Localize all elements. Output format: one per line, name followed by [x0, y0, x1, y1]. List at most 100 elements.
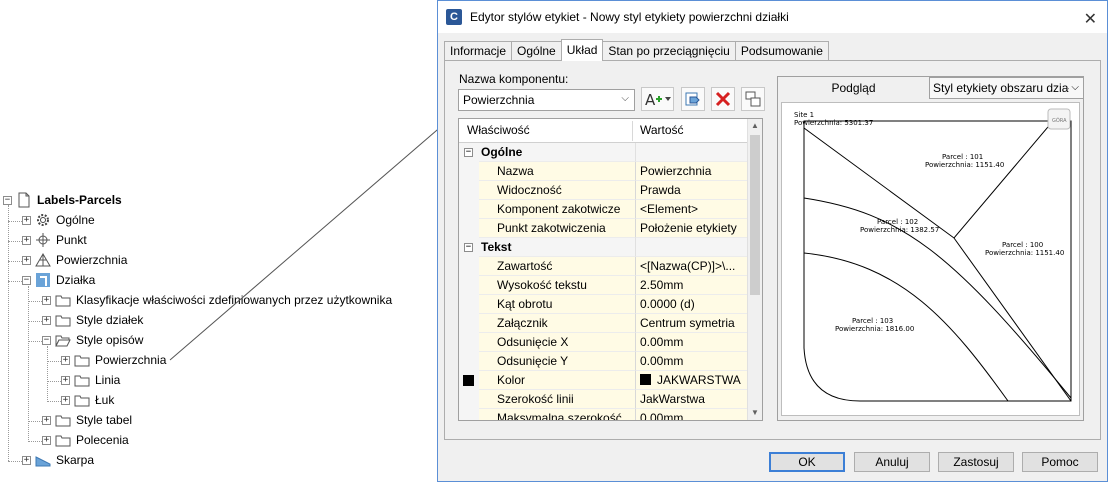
- expand-icon[interactable]: +: [61, 395, 70, 405]
- property-value[interactable]: JakWarstwa: [636, 390, 749, 409]
- property-row[interactable]: Nazwa Powierzchnia: [459, 162, 749, 181]
- tree-item-point[interactable]: + Punkt: [22, 231, 87, 249]
- chevron-down-icon: ⌵: [1069, 78, 1079, 98]
- property-value[interactable]: <Element>: [636, 200, 749, 219]
- property-grid-scrollbar[interactable]: ▲ ▼: [747, 119, 762, 420]
- property-row[interactable]: Szerokość linii JakWarstwa: [459, 390, 749, 409]
- tree-item-label: Działka: [56, 273, 96, 287]
- expand-icon[interactable]: +: [61, 355, 70, 365]
- preview-panel: Podgląd Styl etykiety obszaru działk ⌵ G…: [777, 76, 1084, 421]
- tab-dragged-state[interactable]: Stan po przeciągnięciu: [602, 41, 736, 61]
- point-icon: [35, 232, 51, 248]
- parcel-preview-drawing: GÓRA Site 1 Powierzchnia: 5301.37 Parcel…: [794, 108, 1072, 402]
- property-value[interactable]: Powierzchnia: [636, 162, 749, 181]
- property-value[interactable]: 0.0000 (d): [636, 295, 749, 314]
- component-name-select[interactable]: Powierzchnia ⌵: [458, 89, 635, 111]
- property-value[interactable]: 0.00mm: [636, 333, 749, 352]
- close-icon[interactable]: ✕: [1084, 9, 1097, 29]
- expand-icon[interactable]: +: [22, 215, 31, 225]
- property-name: Kąt obrotu: [479, 295, 636, 314]
- tree-item-commands[interactable]: + Polecenia: [42, 431, 129, 449]
- tree-item-surface[interactable]: + Powierzchnia: [22, 251, 127, 269]
- property-row[interactable]: Wysokość tekstu 2.50mm: [459, 276, 749, 295]
- preview-label-parcel-100: Parcel : 100: [1002, 241, 1043, 249]
- tree-item-parcel-styles[interactable]: + Style działek: [42, 311, 143, 329]
- preview-label-site-area: Powierzchnia: 5301.37: [794, 119, 873, 127]
- collapse-icon[interactable]: −: [22, 275, 31, 285]
- tree-item-line-labels[interactable]: + Linia: [61, 371, 120, 389]
- collapse-icon[interactable]: −: [464, 148, 473, 157]
- property-value[interactable]: Centrum symetria: [636, 314, 749, 333]
- apply-button[interactable]: Zastosuj: [938, 452, 1014, 472]
- tab-summary[interactable]: Podsumowanie: [734, 41, 829, 61]
- property-row[interactable]: Kolor JAKWARSTWA: [459, 371, 749, 390]
- tree-item-curve-labels[interactable]: + Łuk: [61, 391, 114, 409]
- preview-style-select[interactable]: Styl etykiety obszaru działk ⌵: [929, 77, 1084, 99]
- property-value[interactable]: 2.50mm: [636, 276, 749, 295]
- create-text-component-button[interactable]: A: [641, 87, 674, 111]
- copy-component-button[interactable]: [681, 87, 705, 111]
- property-grid: Właściwość Wartość − Ogólne Nazwa Powierzch…: [458, 118, 763, 421]
- tree-item-label: Skarpa: [56, 453, 95, 467]
- tree-item-label-styles[interactable]: − Style opisów: [42, 331, 143, 349]
- scroll-down-icon[interactable]: ▼: [748, 406, 762, 420]
- property-value[interactable]: 0.00mm: [636, 352, 749, 371]
- collapse-icon[interactable]: −: [42, 335, 51, 345]
- title-bar[interactable]: C Edytor stylów etykiet - Nowy styl etyk…: [438, 1, 1107, 33]
- collapse-icon[interactable]: −: [464, 243, 473, 252]
- property-row[interactable]: Zawartość <[Nazwa(CP)]>\...: [459, 257, 749, 276]
- property-row[interactable]: Załącznik Centrum symetria: [459, 314, 749, 333]
- property-row[interactable]: Odsunięcie X 0.00mm: [459, 333, 749, 352]
- row-gutter: [459, 276, 479, 295]
- expand-icon[interactable]: +: [42, 315, 51, 325]
- property-row[interactable]: Punkt zakotwiczenia Położenie etykiety: [459, 219, 749, 238]
- tree-item-udp-classifications[interactable]: + Klasyfikacje właściwości zdefiniowanyc…: [42, 291, 392, 309]
- cancel-button[interactable]: Anuluj: [854, 452, 930, 472]
- property-value[interactable]: Położenie etykiety: [636, 219, 749, 238]
- property-row[interactable]: Komponent zakotwicze <Element>: [459, 200, 749, 219]
- tree-root[interactable]: − Labels-Parcels: [3, 191, 122, 209]
- property-row[interactable]: Widoczność Prawda: [459, 181, 749, 200]
- tree-item-area-labels[interactable]: + Powierzchnia: [61, 351, 166, 369]
- property-row[interactable]: Maksymalna szerokość 0.00mm: [459, 409, 749, 420]
- help-button[interactable]: Pomoc: [1022, 452, 1098, 472]
- tree-item-general[interactable]: + Ogólne: [22, 211, 95, 229]
- tree-item-label: Ogólne: [56, 213, 95, 227]
- property-value[interactable]: 0.00mm: [636, 409, 749, 420]
- expand-icon[interactable]: +: [42, 415, 51, 425]
- property-row[interactable]: Kąt obrotu 0.0000 (d): [459, 295, 749, 314]
- property-value[interactable]: <[Nazwa(CP)]>\...: [636, 257, 749, 276]
- tree-root-label: Labels-Parcels: [37, 193, 122, 207]
- document-icon: [16, 192, 32, 208]
- draw-order-icon: [745, 91, 761, 107]
- property-name: Odsunięcie Y: [479, 352, 636, 371]
- preview-canvas[interactable]: GÓRA Site 1 Powierzchnia: 5301.37 Parcel…: [781, 102, 1080, 416]
- expand-icon[interactable]: +: [22, 235, 31, 245]
- property-category-row[interactable]: − Tekst: [459, 238, 749, 257]
- expand-icon[interactable]: +: [22, 455, 31, 465]
- folder-icon: [55, 292, 71, 308]
- tree-item-grading[interactable]: + Skarpa: [22, 451, 94, 469]
- ok-button[interactable]: OK: [769, 452, 845, 472]
- property-name: Kolor: [479, 371, 636, 390]
- tree-item-parcel[interactable]: − Działka: [22, 271, 95, 289]
- tab-general[interactable]: Ogólne: [511, 41, 562, 61]
- property-row[interactable]: Odsunięcie Y 0.00mm: [459, 352, 749, 371]
- expand-icon[interactable]: +: [61, 375, 70, 385]
- delete-component-button[interactable]: [711, 87, 735, 111]
- property-category-row[interactable]: − Ogólne: [459, 143, 749, 162]
- surface-icon: [35, 252, 51, 268]
- tab-layout[interactable]: Układ: [560, 39, 604, 61]
- scrollbar-thumb[interactable]: [750, 135, 760, 295]
- tree-item-table-styles[interactable]: + Style tabel: [42, 411, 132, 429]
- expand-icon[interactable]: +: [22, 255, 31, 265]
- component-draw-order-button[interactable]: [741, 87, 765, 111]
- expand-icon[interactable]: +: [42, 435, 51, 445]
- tab-information[interactable]: Informacje: [444, 41, 513, 61]
- collapse-icon[interactable]: −: [3, 195, 12, 205]
- expand-icon[interactable]: +: [42, 295, 51, 305]
- property-value[interactable]: Prawda: [636, 181, 749, 200]
- scroll-up-icon[interactable]: ▲: [748, 119, 762, 133]
- color-swatch-icon: [463, 375, 474, 386]
- property-value[interactable]: JAKWARSTWA: [636, 371, 749, 390]
